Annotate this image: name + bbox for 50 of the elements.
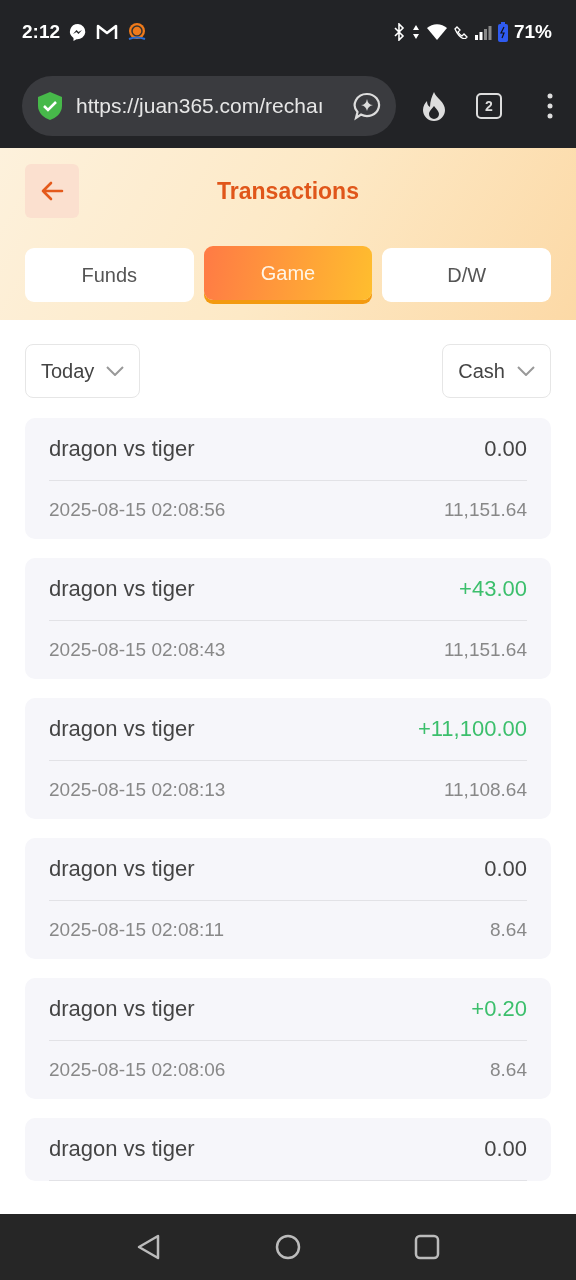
balance: 11,108.64 xyxy=(443,779,527,801)
back-nav-icon[interactable] xyxy=(136,1233,162,1261)
more-menu-icon[interactable] xyxy=(546,93,554,119)
amount: +11,100.00 xyxy=(417,716,527,742)
flame-icon[interactable] xyxy=(420,91,448,121)
balance: 8.64 xyxy=(490,919,527,941)
game-name: dragon vs tiger xyxy=(49,996,195,1022)
battery-percent: 71% xyxy=(513,21,552,43)
chevron-down-icon xyxy=(106,366,125,376)
amount: 0.00 xyxy=(484,436,527,462)
game-name: dragon vs tiger xyxy=(49,716,195,742)
balance: 11,151.64 xyxy=(443,639,527,661)
recents-nav-icon[interactable] xyxy=(414,1234,440,1260)
amount: +0.20 xyxy=(471,996,527,1022)
wifi-call-icon xyxy=(453,25,468,39)
game-name: dragon vs tiger xyxy=(49,436,195,462)
chevron-down-icon xyxy=(517,366,535,376)
mail-icon xyxy=(96,23,119,41)
back-button[interactable] xyxy=(25,164,79,218)
wifi-icon xyxy=(425,23,448,41)
filter-dropdown[interactable]: Today xyxy=(25,344,141,398)
amount: 0.00 xyxy=(484,856,527,882)
game-name: dragon vs tiger xyxy=(49,576,195,602)
timestamp: 2025-08-15 02:08:06 xyxy=(49,1059,226,1081)
signal-icon xyxy=(473,24,492,40)
bluetooth-icon xyxy=(391,23,406,41)
back-arrow-icon xyxy=(40,181,64,201)
amount: +43.00 xyxy=(459,576,527,602)
tab[interactable]: D/W xyxy=(382,248,551,302)
sparkle-chat-icon[interactable] xyxy=(352,91,382,121)
timestamp: 2025-08-15 02:08:43 xyxy=(49,639,226,661)
home-nav-icon[interactable] xyxy=(275,1234,301,1260)
page-title: Transactions xyxy=(217,177,359,205)
balance: 11,151.64 xyxy=(443,499,527,521)
tab-count-button[interactable]: 2 xyxy=(476,93,502,119)
tab[interactable]: Funds xyxy=(25,248,194,302)
shield-check-icon xyxy=(36,91,64,121)
filter-dropdown[interactable]: Cash xyxy=(442,344,551,398)
timestamp: 2025-08-15 02:08:13 xyxy=(49,779,226,801)
game-name: dragon vs tiger xyxy=(49,1136,195,1162)
address-bar[interactable]: https://juan365.com/rechaı xyxy=(22,76,396,136)
data-arrows-icon xyxy=(411,24,420,40)
url-text: https://juan365.com/rechaı xyxy=(76,94,325,118)
timestamp: 2025-08-15 02:08:56 xyxy=(49,499,226,521)
amount: 0.00 xyxy=(484,1136,527,1162)
game-name: dragon vs tiger xyxy=(49,856,195,882)
timestamp: 2025-08-15 02:08:11 xyxy=(49,919,225,941)
clock: 2:12 xyxy=(22,21,61,43)
balance: 8.64 xyxy=(490,1059,527,1081)
battery-icon xyxy=(497,22,508,42)
